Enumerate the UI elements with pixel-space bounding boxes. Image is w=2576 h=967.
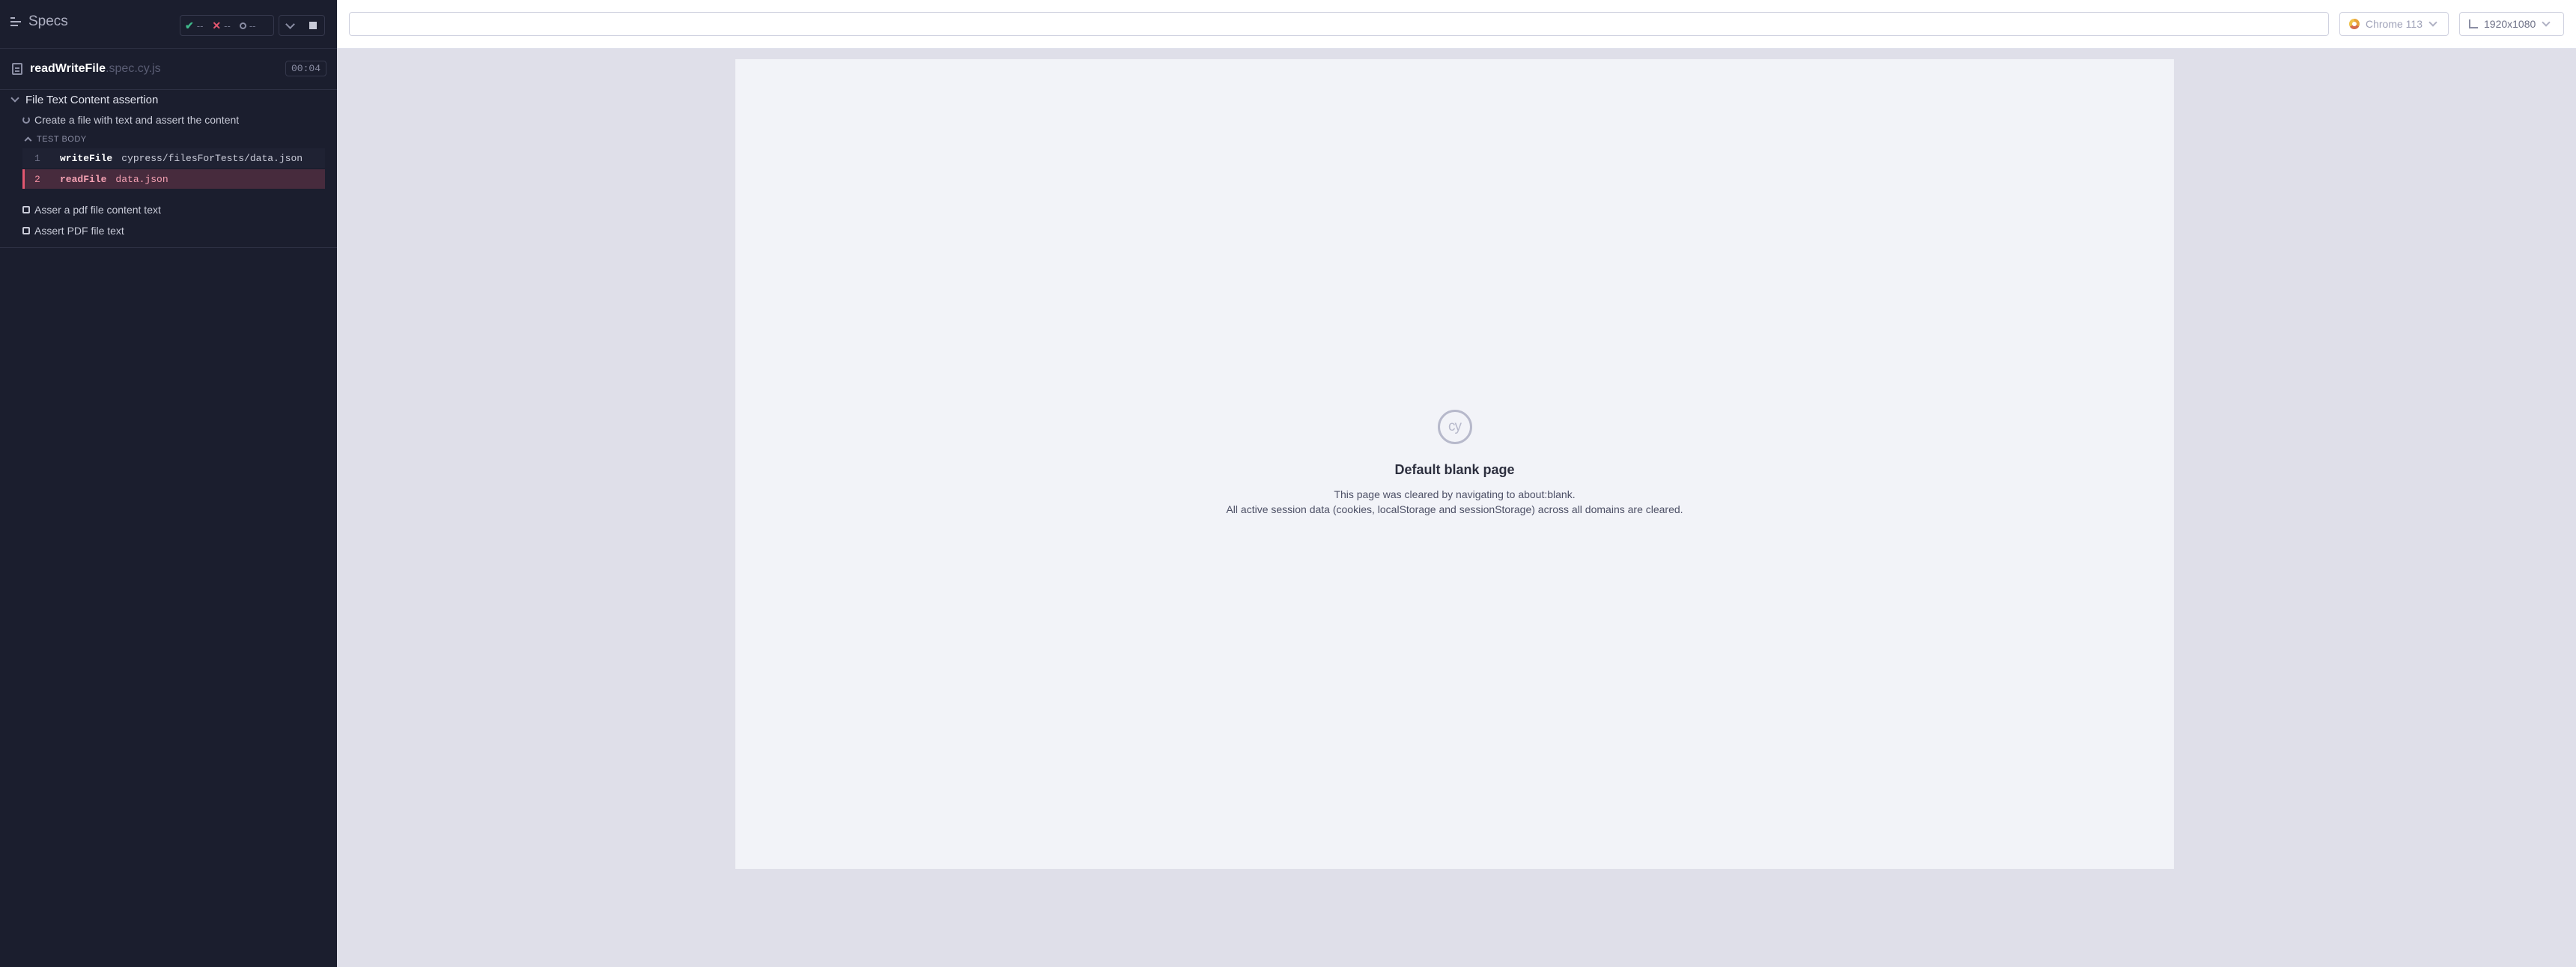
pending-test-title: Asser a pdf file content text [34,204,161,216]
pending-test[interactable]: Asser a pdf file content text [0,199,337,220]
test-body-label: TEST BODY [37,135,87,144]
pending-stat: -- [235,20,261,31]
pending-count: -- [249,19,256,31]
pending-test-title: Assert PDF file text [34,225,124,237]
aut-frame: cy Default blank page This page was clea… [735,59,2174,869]
command-arg: cypress/filesForTests/data.json [121,152,303,164]
chevron-down-icon [285,19,296,29]
cypress-logo-icon: cy [1437,410,1472,444]
passed-stat: ✔ -- [180,19,207,32]
spec-file-header: readWriteFile.spec.cy.js 00:04 [0,49,337,90]
viewport-selector[interactable]: 1920x1080 [2459,12,2564,36]
browser-label: Chrome 113 [2366,18,2423,30]
check-icon: ✔ [185,19,194,31]
toggle-expand-button[interactable] [285,19,296,29]
command-name: readFile [60,173,107,185]
suite: File Text Content assertion Create a fil… [0,90,337,248]
blank-page-line2: All active session data (cookies, localS… [1226,503,1683,515]
failed-stat: ✕ -- [207,19,234,32]
aut-toolbar: Chrome 113 1920x1080 [337,0,2576,49]
chevron-down-icon [2542,18,2551,27]
run-controls [279,15,325,36]
url-input[interactable] [349,12,2329,36]
pending-square-icon [22,206,30,213]
failed-count: -- [224,19,231,31]
test-body-toggle[interactable]: TEST BODY [0,130,337,148]
running-spinner-icon [22,116,30,124]
divider [0,247,337,248]
spec-duration: 00:04 [285,61,326,76]
command-row[interactable]: 1 writeFile cypress/filesForTests/data.j… [22,148,325,168]
chevron-down-icon [2428,18,2437,27]
browser-selector[interactable]: Chrome 113 [2339,12,2449,36]
reporter-panel: Specs ✔ -- ✕ -- -- readWriteFile.spec.cy… [0,0,337,967]
spec-file-name[interactable]: readWriteFile.spec.cy.js [30,62,161,76]
ruler-icon [2469,19,2478,28]
command-name: writeFile [60,152,113,164]
suite-title-row[interactable]: File Text Content assertion [0,90,337,109]
specs-button[interactable]: Specs [10,13,68,30]
stop-icon[interactable] [309,22,317,29]
pending-circle-icon [239,22,246,29]
chevron-down-icon [10,94,19,103]
blank-page-message: cy Default blank page This page was clea… [735,410,2174,517]
command-row-active[interactable]: 2 readFile data.json [22,169,325,189]
blank-page-title: Default blank page [1394,462,1515,477]
running-test-title: Create a file with text and assert the c… [34,114,240,126]
viewport-label: 1920x1080 [2484,18,2536,30]
reporter-header: Specs ✔ -- ✕ -- -- [0,0,337,49]
passed-count: -- [196,19,204,31]
test-stats: ✔ -- ✕ -- -- [180,15,274,36]
specs-list-icon [10,16,22,28]
pending-square-icon [22,227,30,234]
x-icon: ✕ [212,19,222,31]
chevron-up-icon [24,136,32,145]
chrome-icon [2349,19,2360,29]
suite-title: File Text Content assertion [25,93,159,106]
command-number: 2 [34,173,40,185]
command-arg: data.json [115,173,168,185]
document-icon [12,63,22,75]
spec-file-ext: .spec.cy.js [106,62,161,75]
blank-page-line1: This page was cleared by navigating to a… [1334,488,1576,500]
running-test[interactable]: Create a file with text and assert the c… [0,109,337,130]
pending-test[interactable]: Assert PDF file text [0,220,337,241]
specs-label: Specs [28,13,68,29]
command-number: 1 [34,152,40,164]
